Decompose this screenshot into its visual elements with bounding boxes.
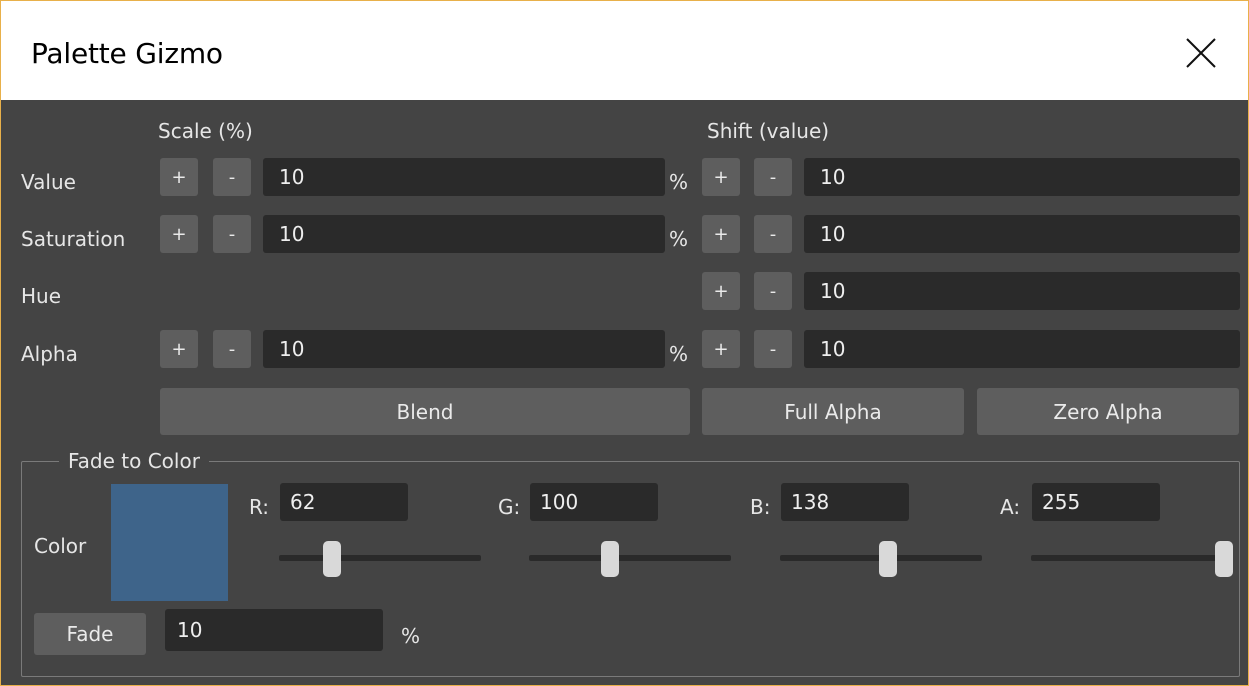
r-channel-slider-track[interactable]	[279, 555, 481, 561]
row-label-saturation: Saturation	[21, 227, 126, 251]
g-channel-slider-track[interactable]	[529, 555, 731, 561]
r-channel-slider-thumb[interactable]	[323, 541, 342, 577]
full-alpha-button[interactable]: Full Alpha	[702, 388, 964, 435]
saturation-scale-minus-button[interactable]: -	[213, 215, 251, 253]
alpha-scale-percent: %	[669, 342, 689, 366]
shift-header: Shift (value)	[707, 119, 830, 143]
fade-percent: %	[401, 624, 421, 648]
a-channel-input[interactable]	[1032, 483, 1160, 521]
hue-shift-plus-button[interactable]: +	[702, 272, 740, 310]
r-channel-label: R:	[249, 495, 270, 519]
alpha-scale-input[interactable]	[263, 330, 665, 368]
close-button[interactable]	[1181, 33, 1221, 73]
b-channel-input[interactable]	[781, 483, 909, 521]
saturation-shift-plus-button[interactable]: +	[702, 215, 740, 253]
a-channel-label: A:	[1000, 495, 1021, 519]
hue-shift-minus-button[interactable]: -	[754, 272, 792, 310]
alpha-scale-plus-button[interactable]: +	[160, 330, 198, 368]
g-channel-input[interactable]	[530, 483, 658, 521]
g-channel-slider-thumb[interactable]	[600, 541, 619, 577]
blend-button[interactable]: Blend	[160, 388, 690, 435]
fade-amount-input[interactable]	[165, 609, 383, 651]
alpha-scale-minus-button[interactable]: -	[213, 330, 251, 368]
saturation-scale-input[interactable]	[263, 215, 665, 253]
window-title: Palette Gizmo	[31, 37, 223, 70]
saturation-scale-plus-button[interactable]: +	[160, 215, 198, 253]
g-channel-label: G:	[498, 495, 521, 519]
value-scale-input[interactable]	[263, 158, 665, 196]
color-swatch[interactable]	[111, 484, 228, 601]
a-channel-slider-track[interactable]	[1031, 555, 1233, 561]
fade-to-color-title: Fade to Color	[59, 449, 209, 473]
saturation-scale-percent: %	[669, 227, 689, 251]
value-shift-plus-button[interactable]: +	[702, 158, 740, 196]
close-icon	[1186, 38, 1216, 68]
row-label-value: Value	[21, 170, 76, 194]
alpha-shift-minus-button[interactable]: -	[754, 330, 792, 368]
title-bar: Palette Gizmo	[1, 1, 1248, 100]
r-channel-input[interactable]	[280, 483, 408, 521]
saturation-shift-input[interactable]	[804, 215, 1240, 253]
alpha-shift-input[interactable]	[804, 330, 1240, 368]
value-scale-plus-button[interactable]: +	[160, 158, 198, 196]
row-label-alpha: Alpha	[21, 342, 78, 366]
scale-header: Scale (%)	[158, 119, 253, 143]
row-label-hue: Hue	[21, 284, 62, 308]
value-shift-minus-button[interactable]: -	[754, 158, 792, 196]
value-scale-percent: %	[669, 170, 689, 194]
alpha-shift-plus-button[interactable]: +	[702, 330, 740, 368]
hue-shift-input[interactable]	[804, 272, 1240, 310]
palette-gizmo-window: Palette Gizmo Scale (%) Shift (value) Va…	[0, 0, 1249, 686]
zero-alpha-button[interactable]: Zero Alpha	[977, 388, 1239, 435]
b-channel-label: B:	[750, 495, 771, 519]
value-shift-input[interactable]	[804, 158, 1240, 196]
a-channel-slider-thumb[interactable]	[1215, 541, 1233, 577]
color-label: Color	[34, 534, 87, 558]
value-scale-minus-button[interactable]: -	[213, 158, 251, 196]
content-panel: Scale (%) Shift (value) Value + - % + - …	[1, 100, 1248, 685]
b-channel-slider-thumb[interactable]	[879, 541, 898, 577]
saturation-shift-minus-button[interactable]: -	[754, 215, 792, 253]
fade-button[interactable]: Fade	[34, 613, 146, 655]
